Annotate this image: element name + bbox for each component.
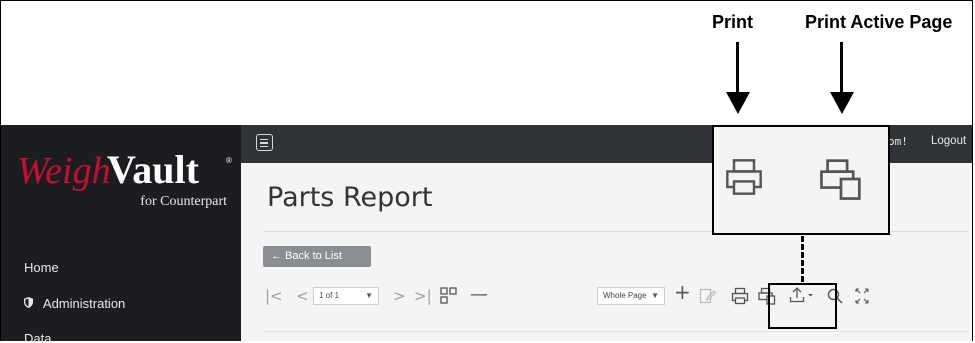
fullscreen-icon[interactable] — [854, 287, 870, 308]
logout-link[interactable]: Logout — [931, 135, 966, 147]
callout-print-active-page-label: Print Active Page — [805, 12, 953, 32]
logo-vault-text: Vault — [107, 147, 200, 192]
zoom-mode-text: Whole Page — [603, 291, 647, 300]
welcome-text: om! — [888, 135, 908, 148]
sidebar-item-administration[interactable]: Administration — [24, 296, 125, 311]
chevron-down-icon: ▼ — [651, 291, 659, 300]
callout-print-active-arrow — [840, 42, 843, 92]
print-icon[interactable] — [731, 287, 749, 308]
sidebar-item-label: Home — [24, 260, 59, 275]
last-page-icon[interactable]: >| — [414, 289, 432, 304]
page-indicator-text: 1 of 1 — [319, 291, 340, 300]
sidebar: Weigh Vault ® for Counterpart Home Admin… — [1, 125, 241, 341]
page-title: Parts Report — [267, 182, 433, 213]
prev-page-icon[interactable]: < — [296, 289, 309, 304]
print-active-page-icon — [819, 157, 863, 205]
zoomed-print-icons-panel — [712, 125, 890, 235]
logo-weigh-text: Weigh — [17, 150, 111, 192]
callout-print-arrowhead — [726, 92, 750, 114]
shield-icon — [24, 297, 34, 311]
multipage-icon[interactable] — [440, 287, 458, 308]
edit-icon[interactable] — [699, 287, 717, 308]
zoom-in-icon[interactable]: + — [674, 282, 691, 302]
weighvault-logo[interactable]: Weigh Vault ® for Counterpart — [15, 141, 235, 211]
print-buttons-highlight — [768, 283, 837, 329]
back-to-list-button[interactable]: ← Back to List — [263, 246, 371, 267]
highlight-connector — [801, 236, 804, 282]
zoom-out-icon[interactable]: — — [470, 286, 488, 304]
menu-toggle-button[interactable] — [256, 134, 273, 151]
chevron-down-icon: ▼ — [365, 291, 373, 300]
sidebar-item-home[interactable]: Home — [24, 260, 59, 275]
page-selector[interactable]: 1 of 1 ▼ — [313, 287, 379, 305]
sidebar-item-data[interactable]: Data — [24, 331, 51, 341]
callout-print-label: Print — [712, 12, 754, 32]
callout-print-arrow — [736, 42, 739, 92]
logo-registered-mark: ® — [226, 156, 232, 165]
toolbar-divider — [263, 331, 968, 332]
callout-print-active-arrowhead — [830, 92, 854, 114]
print-icon — [724, 157, 764, 201]
next-page-icon[interactable]: > — [393, 289, 406, 304]
first-page-icon[interactable]: |< — [265, 289, 283, 304]
logo-tagline: for Counterpart — [140, 194, 227, 209]
zoom-mode-selector[interactable]: Whole Page ▼ — [597, 287, 665, 305]
sidebar-item-label: Data — [24, 331, 52, 341]
sidebar-item-label: Administration — [42, 296, 126, 311]
